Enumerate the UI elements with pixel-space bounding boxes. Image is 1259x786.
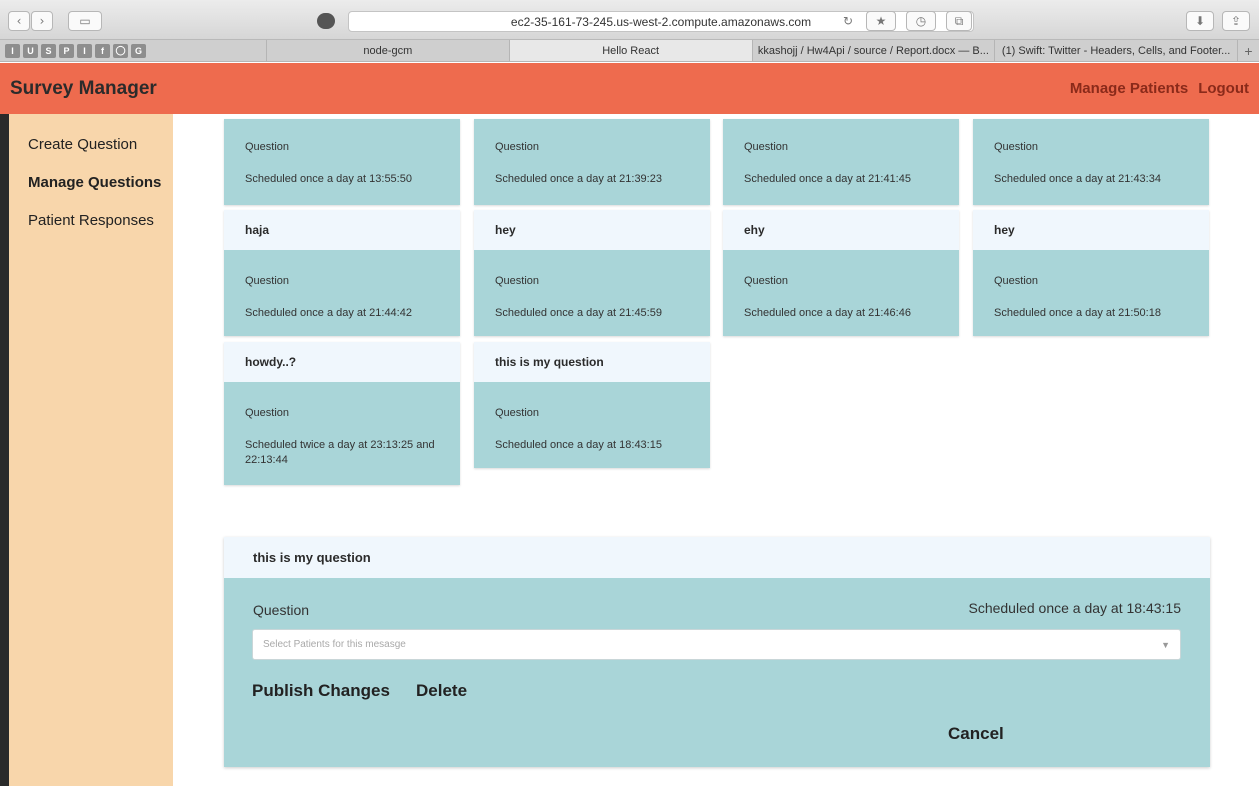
forward-icon[interactable]: › — [31, 11, 53, 31]
share-icon[interactable]: ⇪ — [1222, 11, 1250, 31]
chevron-down-icon: ▼ — [1161, 639, 1170, 650]
sidebar-item-create-question[interactable]: Create Question — [9, 136, 173, 174]
delete-button[interactable]: Delete — [416, 681, 467, 701]
card-type-label: Question — [495, 141, 540, 153]
card-type-label: Question — [744, 141, 789, 153]
card-schedule: Scheduled once a day at 21:46:46 — [744, 307, 911, 319]
favorite-icon[interactable]: P — [59, 43, 74, 58]
browser-tab-active[interactable]: Hello React — [508, 40, 752, 61]
card-type-label: Question — [245, 141, 290, 153]
favorite-icon[interactable]: I — [77, 43, 92, 58]
question-editor: this is my question Question Scheduled o… — [224, 537, 1210, 767]
card-schedule: Scheduled once a day at 18:43:15 — [495, 439, 662, 451]
editor-schedule: Scheduled once a day at 18:43:15 — [968, 600, 1181, 616]
card-title: howdy..? — [224, 342, 460, 382]
main-content: Question Scheduled once a day at 13:55:5… — [173, 114, 1259, 786]
manage-patients-link[interactable]: Manage Patients — [1070, 80, 1188, 97]
card-schedule: Scheduled once a day at 21:45:59 — [495, 307, 662, 319]
sidebar-item-manage-questions[interactable]: Manage Questions — [9, 174, 173, 212]
url-text: ec2-35-161-73-245.us-west-2.compute.amaz… — [510, 14, 812, 29]
card-schedule: Scheduled once a day at 13:55:50 — [245, 173, 412, 185]
browser-tab[interactable]: node-gcm — [266, 40, 509, 61]
card-type-label: Question — [245, 275, 290, 287]
question-card[interactable]: Question Scheduled once a day at 21:39:2… — [474, 119, 710, 205]
browser-tab[interactable]: kkashojj / Hw4Api / source / Report.docx… — [751, 40, 995, 61]
favorite-icon[interactable]: ◯ — [113, 43, 128, 58]
back-icon[interactable]: ‹ — [8, 11, 30, 31]
select-placeholder: Select Patients for this mesasge — [263, 639, 406, 650]
app-header: Survey Manager Manage Patients Logout — [0, 63, 1259, 114]
history-icon[interactable]: ◷ — [906, 11, 936, 31]
question-card[interactable]: Question Scheduled once a day at 21:41:4… — [723, 119, 959, 205]
sidebar: Create Question Manage Questions Patient… — [0, 114, 173, 786]
card-title: ehy — [723, 210, 959, 250]
card-schedule: Scheduled once a day at 21:39:23 — [495, 173, 662, 185]
card-title: haja — [224, 210, 460, 250]
download-icon[interactable]: ⬇ — [1186, 11, 1214, 31]
tab-bar: I U S P I f ◯ G node-gcm Hello React kka… — [0, 40, 1259, 62]
question-card[interactable]: howdy..? Question Scheduled twice a day … — [224, 342, 460, 485]
card-title: hey — [973, 210, 1209, 250]
app-title: Survey Manager — [10, 77, 157, 99]
select-patients-dropdown[interactable]: Select Patients for this mesasge ▼ — [252, 629, 1181, 660]
sidebar-item-patient-responses[interactable]: Patient Responses — [9, 212, 173, 250]
editor-title: this is my question — [224, 537, 1210, 578]
card-type-label: Question — [245, 407, 290, 419]
card-schedule: Scheduled once a day at 21:50:18 — [994, 307, 1161, 319]
card-title: hey — [474, 210, 710, 250]
question-card[interactable]: ehy Question Scheduled once a day at 21:… — [723, 210, 959, 336]
reload-icon[interactable]: ↻ — [838, 11, 858, 31]
favorite-icon[interactable]: f — [95, 43, 110, 58]
question-card[interactable]: Question Scheduled once a day at 13:55:5… — [224, 119, 460, 205]
card-schedule: Scheduled once a day at 21:44:42 — [245, 307, 412, 319]
card-title: this is my question — [474, 342, 710, 382]
browser-toolbar: ‹ › ▭ ec2-35-161-73-245.us-west-2.comput… — [0, 0, 1259, 40]
cancel-button[interactable]: Cancel — [948, 724, 1004, 744]
favorites-bar: I U S P I f ◯ G — [0, 40, 266, 61]
sidebar-toggle-icon[interactable]: ▭ — [68, 11, 102, 31]
card-type-label: Question — [994, 141, 1039, 153]
card-type-label: Question — [994, 275, 1039, 287]
browser-tab[interactable]: (1) Swift: Twitter - Headers, Cells, and… — [994, 40, 1237, 61]
question-card[interactable]: hey Question Scheduled once a day at 21:… — [474, 210, 710, 336]
reader-icon[interactable]: ★ — [866, 11, 896, 31]
question-card[interactable]: this is my question Question Scheduled o… — [474, 342, 710, 468]
favorite-icon[interactable]: U — [23, 43, 38, 58]
question-card[interactable]: hey Question Scheduled once a day at 21:… — [973, 210, 1209, 336]
card-type-label: Question — [495, 407, 540, 419]
card-schedule: Scheduled twice a day at 23:13:25 and 22… — [245, 439, 435, 466]
question-card[interactable]: haja Question Scheduled once a day at 21… — [224, 210, 460, 336]
card-schedule: Scheduled once a day at 21:41:45 — [744, 173, 911, 185]
tabs-overview-icon[interactable]: ⧉ — [946, 11, 972, 31]
new-tab-button[interactable]: + — [1237, 40, 1259, 61]
editor-type-label: Question — [253, 602, 310, 618]
site-icon — [317, 13, 335, 29]
publish-changes-button[interactable]: Publish Changes — [252, 681, 390, 701]
favorite-icon[interactable]: I — [5, 43, 20, 58]
favorite-icon[interactable]: G — [131, 43, 146, 58]
favorite-icon[interactable]: S — [41, 43, 56, 58]
card-type-label: Question — [495, 275, 540, 287]
card-type-label: Question — [744, 275, 789, 287]
card-schedule: Scheduled once a day at 21:43:34 — [994, 173, 1161, 185]
logout-link[interactable]: Logout — [1198, 80, 1249, 97]
question-card[interactable]: Question Scheduled once a day at 21:43:3… — [973, 119, 1209, 205]
